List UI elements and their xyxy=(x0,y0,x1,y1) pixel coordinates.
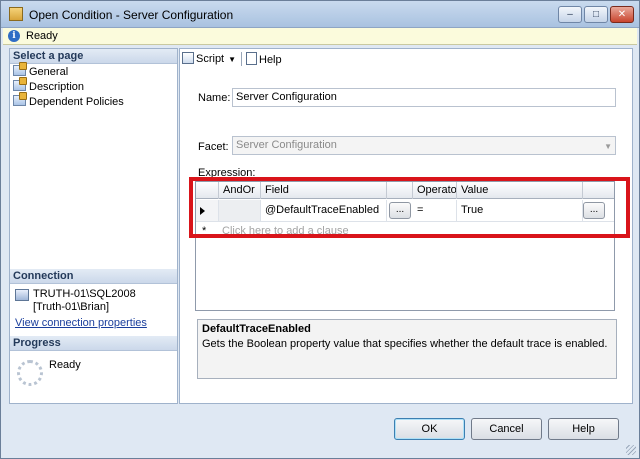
help-label: Help xyxy=(259,54,282,66)
script-button[interactable]: Script ▼ xyxy=(182,52,236,67)
status-bar: i Ready xyxy=(3,28,637,45)
window-title: Open Condition - Server Configuration xyxy=(29,8,234,22)
progress-status: Ready xyxy=(49,359,81,371)
description-title: DefaultTraceEnabled xyxy=(202,323,311,335)
page-icon xyxy=(13,62,27,76)
ok-button[interactable]: OK xyxy=(394,418,465,440)
help-button[interactable]: Help xyxy=(548,418,619,440)
resize-grip-icon[interactable] xyxy=(626,445,636,455)
close-button[interactable]: ✕ xyxy=(610,6,634,23)
progress-header: Progress xyxy=(10,336,177,351)
title-bar[interactable]: Open Condition - Server Configuration – … xyxy=(1,1,639,28)
description-panel: DefaultTraceEnabled Gets the Boolean pro… xyxy=(197,319,617,379)
help-icon xyxy=(246,52,257,65)
dialog-window: Open Condition - Server Configuration – … xyxy=(0,0,640,459)
toolbar: Script ▼ Help xyxy=(180,49,632,69)
description-text: Gets the Boolean property value that spe… xyxy=(202,338,608,350)
view-connection-properties-link[interactable]: View connection properties xyxy=(15,317,147,329)
server-name: TRUTH-01\SQL2008 xyxy=(33,288,136,300)
annotation-highlight-box xyxy=(189,177,630,238)
status-text: Ready xyxy=(26,30,58,42)
progress-spinner-icon xyxy=(17,360,43,386)
page-item-label: General xyxy=(29,66,69,78)
name-label: Name: xyxy=(198,92,231,104)
chevron-down-icon: ▼ xyxy=(604,142,612,151)
facet-value: Server Configuration xyxy=(236,139,337,151)
page-icon xyxy=(13,92,27,106)
select-page-header: Select a page xyxy=(10,49,177,64)
help-toolbar-button[interactable]: Help xyxy=(246,52,282,67)
chevron-down-icon[interactable]: ▼ xyxy=(228,52,236,67)
cancel-button[interactable]: Cancel xyxy=(471,418,542,440)
page-icon xyxy=(13,77,27,91)
minimize-button[interactable]: – xyxy=(558,6,582,23)
connection-header: Connection xyxy=(10,269,177,284)
dialog-footer: OK Cancel Help xyxy=(1,405,639,458)
page-item-label: Description xyxy=(29,81,85,93)
server-icon xyxy=(15,289,29,301)
toolbar-separator xyxy=(241,52,242,66)
page-item-label: Dependent Policies xyxy=(29,96,124,108)
app-icon xyxy=(9,7,23,21)
facet-label: Facet: xyxy=(198,141,229,153)
maximize-button[interactable]: □ xyxy=(584,6,608,23)
script-label: Script xyxy=(196,53,225,65)
user-name: [Truth-01\Brian] xyxy=(33,301,110,313)
name-field[interactable]: Server Configuration xyxy=(232,88,616,107)
left-pane: Select a page General Description Depend… xyxy=(9,48,178,404)
info-icon: i xyxy=(8,30,20,42)
facet-select[interactable]: Server Configuration ▼ xyxy=(232,136,616,155)
page-item-dependent-policies[interactable]: Dependent Policies xyxy=(13,92,124,109)
script-icon xyxy=(182,52,194,64)
